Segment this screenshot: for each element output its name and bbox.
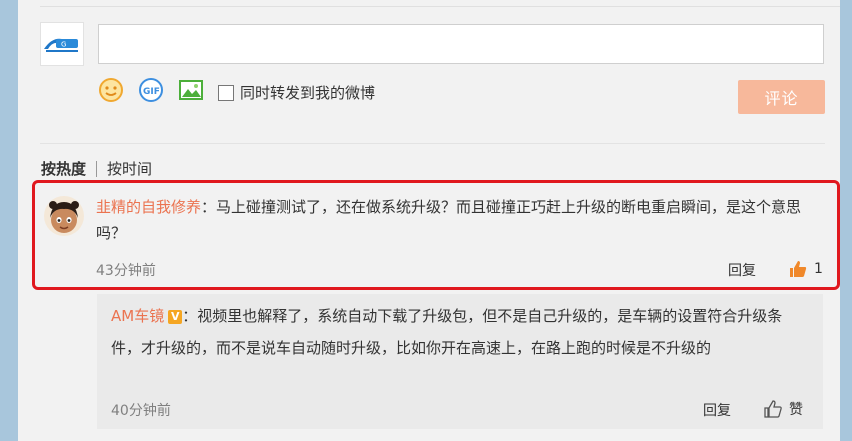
like-label: 赞 xyxy=(789,402,803,418)
forward-checkbox[interactable] xyxy=(218,84,234,101)
comment-input[interactable] xyxy=(98,24,824,64)
my-avatar[interactable]: G xyxy=(40,22,84,66)
svg-text:G: G xyxy=(61,41,66,49)
sort-tabs: 按热度 按时间 xyxy=(41,158,162,179)
divider xyxy=(40,143,825,144)
emoji-icon[interactable] xyxy=(97,76,125,104)
forward-label: 同时转发到我的微博 xyxy=(240,84,376,102)
reply-timestamp: 40分钟前 xyxy=(111,403,171,419)
tab-by-time[interactable]: 按时间 xyxy=(97,158,162,179)
svg-text:GIF: GIF xyxy=(143,87,160,97)
thumbs-up-icon xyxy=(764,400,782,418)
forward-option[interactable]: 同时转发到我的微博 xyxy=(218,82,375,103)
image-icon[interactable] xyxy=(177,76,205,104)
submit-comment-button[interactable]: 评论 xyxy=(738,80,825,114)
verified-badge-icon: V xyxy=(168,310,183,324)
tab-by-hot[interactable]: 按热度 xyxy=(41,158,96,179)
reply-button[interactable]: 回复 xyxy=(703,400,731,420)
reply-username[interactable]: AM车镜 xyxy=(111,307,164,325)
reply-text: ：视频里也解释了，系统自动下载了升级包，但不是自己升级的，是车辆的设置符合升级条… xyxy=(111,307,783,357)
gif-icon[interactable]: GIF xyxy=(137,76,165,104)
reply-body: AM车镜 V ：视频里也解释了，系统自动下载了升级包，但不是自己升级的，是车辆的设置… xyxy=(111,300,805,364)
logo-icon: G xyxy=(44,38,78,52)
highlight-frame xyxy=(32,180,840,290)
like-button[interactable]: 赞 xyxy=(763,399,803,419)
reply-thread: AM车镜 V ：视频里也解释了，系统自动下载了升级包，但不是自己升级的，是车辆的设置… xyxy=(97,294,823,429)
divider xyxy=(40,6,840,7)
